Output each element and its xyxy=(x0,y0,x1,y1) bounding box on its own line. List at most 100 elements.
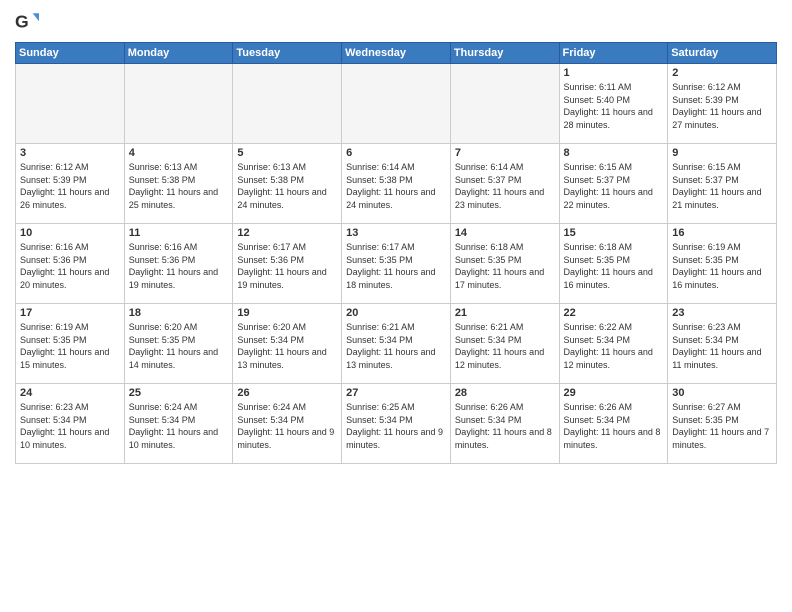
day-number: 29 xyxy=(564,387,664,399)
calendar-cell: 27 Sunrise: 6:25 AMSunset: 5:34 PMDayligh… xyxy=(342,384,451,464)
day-info: Sunrise: 6:19 AMSunset: 5:35 PMDaylight:… xyxy=(20,321,120,371)
calendar-week-1: 1Sunrise: 6:11 AMSunset: 5:40 PMDaylight… xyxy=(16,64,777,144)
day-number: 3 xyxy=(20,147,120,159)
calendar-cell: 11 Sunrise: 6:16 AMSunset: 5:36 PMDayligh… xyxy=(124,224,233,304)
calendar-cell: 23 Sunrise: 6:23 AMSunset: 5:34 PMDayligh… xyxy=(668,304,777,384)
day-header-sunday: Sunday xyxy=(16,43,125,64)
calendar-cell: 20 Sunrise: 6:21 AMSunset: 5:34 PMDayligh… xyxy=(342,304,451,384)
calendar-cell: 18 Sunrise: 6:20 AMSunset: 5:35 PMDayligh… xyxy=(124,304,233,384)
day-info: Sunrise: 6:26 AMSunset: 5:34 PMDaylight:… xyxy=(455,401,555,451)
day-number: 4 xyxy=(129,147,229,159)
calendar-cell: 24Sunrise: 6:23 AMSunset: 5:34 PMDayligh… xyxy=(16,384,125,464)
day-info: Sunrise: 6:21 AMSunset: 5:34 PMDaylight:… xyxy=(455,321,555,371)
day-info: Sunrise: 6:27 AMSunset: 5:35 PMDaylight:… xyxy=(672,401,772,451)
calendar-cell: 25Sunrise: 6:24 AMSunset: 5:34 PMDayligh… xyxy=(124,384,233,464)
calendar-cell: 28 Sunrise: 6:26 AMSunset: 5:34 PMDayligh… xyxy=(450,384,559,464)
calendar-week-5: 24Sunrise: 6:23 AMSunset: 5:34 PMDayligh… xyxy=(16,384,777,464)
day-number: 6 xyxy=(346,147,446,159)
day-header-monday: Monday xyxy=(124,43,233,64)
day-info: Sunrise: 6:15 AMSunset: 5:37 PMDaylight:… xyxy=(672,161,772,211)
day-number: 12 xyxy=(237,227,337,239)
calendar-cell: 6 Sunrise: 6:14 AMSunset: 5:38 PMDaylight… xyxy=(342,144,451,224)
day-number: 25 xyxy=(129,387,229,399)
calendar-cell: 1Sunrise: 6:11 AMSunset: 5:40 PMDaylight… xyxy=(559,64,668,144)
calendar-cell: 7Sunrise: 6:14 AMSunset: 5:37 PMDaylight… xyxy=(450,144,559,224)
calendar-header-row: SundayMondayTuesdayWednesdayThursdayFrid… xyxy=(16,43,777,64)
svg-text:G: G xyxy=(15,12,29,32)
calendar-cell: 22 Sunrise: 6:22 AMSunset: 5:34 PMDayligh… xyxy=(559,304,668,384)
day-number: 17 xyxy=(20,307,120,319)
day-number: 23 xyxy=(672,307,772,319)
day-info: Sunrise: 6:24 AMSunset: 5:34 PMDaylight:… xyxy=(237,401,337,451)
calendar-cell xyxy=(16,64,125,144)
calendar-cell: 8 Sunrise: 6:15 AMSunset: 5:37 PMDaylight… xyxy=(559,144,668,224)
day-header-friday: Friday xyxy=(559,43,668,64)
calendar-cell: 4Sunrise: 6:13 AMSunset: 5:38 PMDaylight… xyxy=(124,144,233,224)
calendar-cell xyxy=(233,64,342,144)
day-number: 27 xyxy=(346,387,446,399)
day-number: 22 xyxy=(564,307,664,319)
calendar-cell: 10Sunrise: 6:16 AMSunset: 5:36 PMDayligh… xyxy=(16,224,125,304)
day-info: Sunrise: 6:13 AMSunset: 5:38 PMDaylight:… xyxy=(237,161,337,211)
day-number: 20 xyxy=(346,307,446,319)
logo-icon: G xyxy=(15,10,39,34)
day-info: Sunrise: 6:25 AMSunset: 5:34 PMDaylight:… xyxy=(346,401,446,451)
calendar-cell: 14Sunrise: 6:18 AMSunset: 5:35 PMDayligh… xyxy=(450,224,559,304)
calendar-cell: 29 Sunrise: 6:26 AMSunset: 5:34 PMDayligh… xyxy=(559,384,668,464)
calendar-cell: 30 Sunrise: 6:27 AMSunset: 5:35 PMDayligh… xyxy=(668,384,777,464)
day-number: 19 xyxy=(237,307,337,319)
calendar-week-4: 17 Sunrise: 6:19 AMSunset: 5:35 PMDayligh… xyxy=(16,304,777,384)
calendar-cell: 12Sunrise: 6:17 AMSunset: 5:36 PMDayligh… xyxy=(233,224,342,304)
day-number: 16 xyxy=(672,227,772,239)
day-number: 2 xyxy=(672,67,772,79)
day-info: Sunrise: 6:26 AMSunset: 5:34 PMDaylight:… xyxy=(564,401,664,451)
day-info: Sunrise: 6:16 AMSunset: 5:36 PMDaylight:… xyxy=(129,241,229,291)
day-info: Sunrise: 6:17 AMSunset: 5:35 PMDaylight:… xyxy=(346,241,446,291)
calendar-cell xyxy=(124,64,233,144)
calendar-cell: 21 Sunrise: 6:21 AMSunset: 5:34 PMDayligh… xyxy=(450,304,559,384)
day-info: Sunrise: 6:22 AMSunset: 5:34 PMDaylight:… xyxy=(564,321,664,371)
day-number: 7 xyxy=(455,147,555,159)
calendar-cell: 19Sunrise: 6:20 AMSunset: 5:34 PMDayligh… xyxy=(233,304,342,384)
day-info: Sunrise: 6:15 AMSunset: 5:37 PMDaylight:… xyxy=(564,161,664,211)
calendar-cell: 9 Sunrise: 6:15 AMSunset: 5:37 PMDaylight… xyxy=(668,144,777,224)
day-number: 1 xyxy=(564,67,664,79)
calendar-week-2: 3 Sunrise: 6:12 AMSunset: 5:39 PMDaylight… xyxy=(16,144,777,224)
logo: G xyxy=(15,10,43,34)
day-number: 26 xyxy=(237,387,337,399)
day-number: 5 xyxy=(237,147,337,159)
calendar-cell: 5 Sunrise: 6:13 AMSunset: 5:38 PMDaylight… xyxy=(233,144,342,224)
day-number: 8 xyxy=(564,147,664,159)
calendar-cell xyxy=(450,64,559,144)
day-number: 10 xyxy=(20,227,120,239)
day-info: Sunrise: 6:23 AMSunset: 5:34 PMDaylight:… xyxy=(672,321,772,371)
day-info: Sunrise: 6:19 AMSunset: 5:35 PMDaylight:… xyxy=(672,241,772,291)
calendar: SundayMondayTuesdayWednesdayThursdayFrid… xyxy=(15,42,777,464)
day-header-thursday: Thursday xyxy=(450,43,559,64)
calendar-cell: 15Sunrise: 6:18 AMSunset: 5:35 PMDayligh… xyxy=(559,224,668,304)
day-info: Sunrise: 6:23 AMSunset: 5:34 PMDaylight:… xyxy=(20,401,120,451)
page: G SundayMondayTuesdayWednesdayThursdayFr… xyxy=(0,0,792,612)
day-info: Sunrise: 6:20 AMSunset: 5:35 PMDaylight:… xyxy=(129,321,229,371)
day-number: 15 xyxy=(564,227,664,239)
day-info: Sunrise: 6:12 AMSunset: 5:39 PMDaylight:… xyxy=(672,81,772,131)
day-info: Sunrise: 6:14 AMSunset: 5:38 PMDaylight:… xyxy=(346,161,446,211)
day-number: 30 xyxy=(672,387,772,399)
calendar-cell: 2 Sunrise: 6:12 AMSunset: 5:39 PMDaylight… xyxy=(668,64,777,144)
day-number: 11 xyxy=(129,227,229,239)
day-number: 14 xyxy=(455,227,555,239)
day-info: Sunrise: 6:12 AMSunset: 5:39 PMDaylight:… xyxy=(20,161,120,211)
day-info: Sunrise: 6:21 AMSunset: 5:34 PMDaylight:… xyxy=(346,321,446,371)
day-number: 18 xyxy=(129,307,229,319)
day-number: 21 xyxy=(455,307,555,319)
day-number: 9 xyxy=(672,147,772,159)
day-number: 28 xyxy=(455,387,555,399)
calendar-cell: 17 Sunrise: 6:19 AMSunset: 5:35 PMDayligh… xyxy=(16,304,125,384)
calendar-cell: 13 Sunrise: 6:17 AMSunset: 5:35 PMDayligh… xyxy=(342,224,451,304)
calendar-cell: 26 Sunrise: 6:24 AMSunset: 5:34 PMDayligh… xyxy=(233,384,342,464)
day-number: 13 xyxy=(346,227,446,239)
day-header-tuesday: Tuesday xyxy=(233,43,342,64)
header: G xyxy=(15,10,777,34)
calendar-cell: 16 Sunrise: 6:19 AMSunset: 5:35 PMDayligh… xyxy=(668,224,777,304)
day-header-saturday: Saturday xyxy=(668,43,777,64)
